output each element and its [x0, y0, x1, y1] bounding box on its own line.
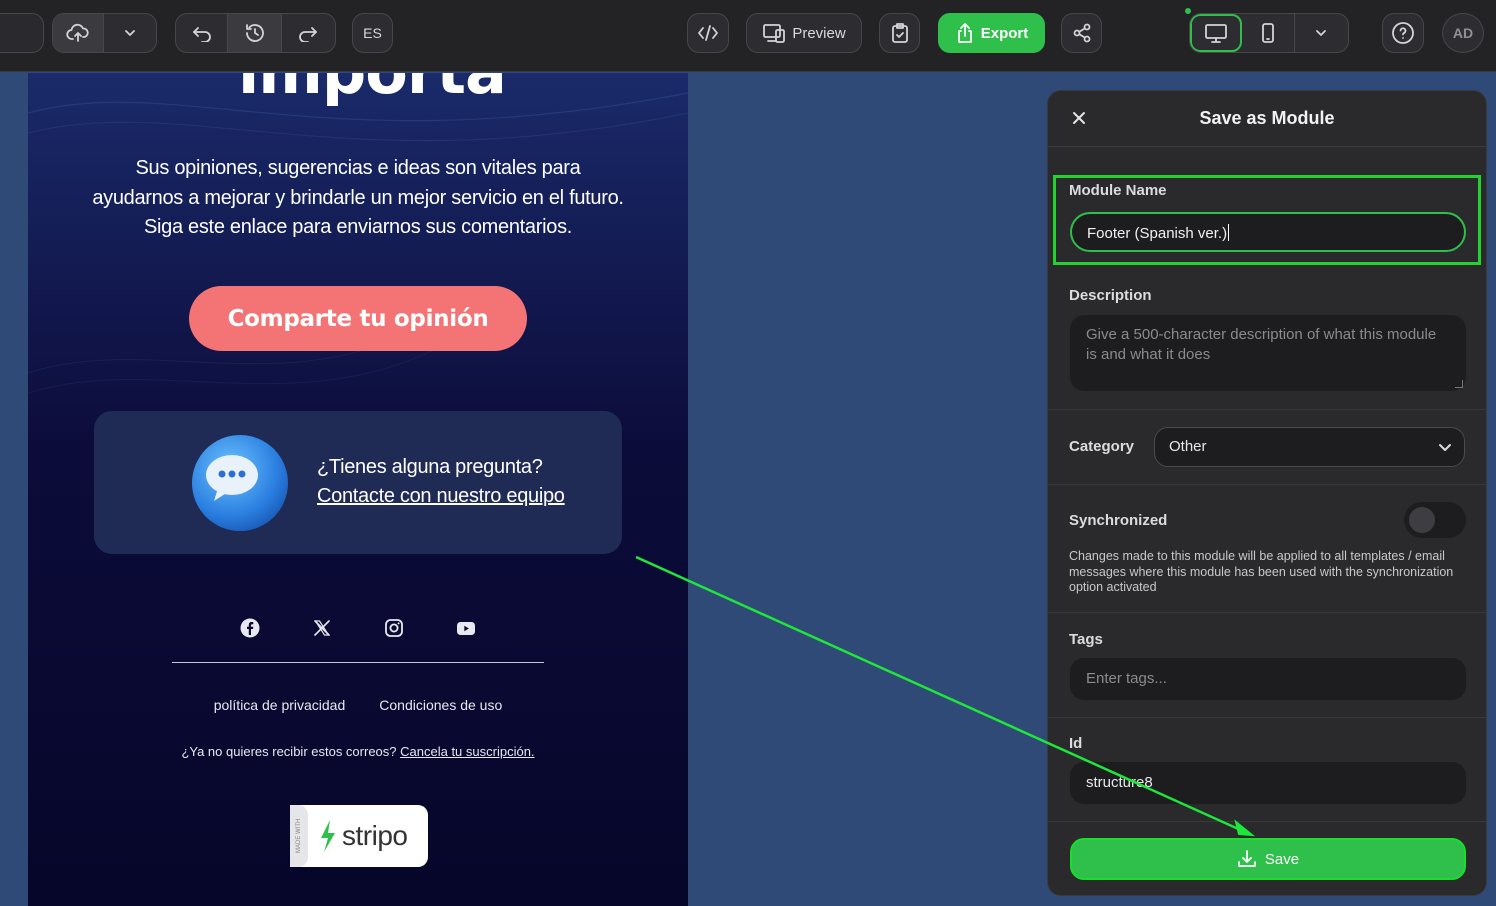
undo-icon — [192, 27, 211, 42]
upload-options-button[interactable] — [104, 14, 156, 52]
panel-header: Save as Module — [1048, 91, 1486, 147]
avatar-initials: AD — [1452, 25, 1474, 41]
youtube-icon[interactable] — [456, 618, 476, 638]
question-text: ¿Tienes alguna pregunta? — [317, 456, 543, 478]
stripo-bolt-icon — [321, 820, 335, 852]
upload-group — [52, 13, 157, 53]
panel-title: Save as Module — [1199, 108, 1335, 128]
test-button[interactable] — [879, 13, 920, 53]
made-with-stripo-badge[interactable]: MADE WITH stripo — [290, 805, 428, 867]
facebook-icon[interactable] — [240, 618, 260, 638]
left-edge-button[interactable] — [0, 13, 44, 53]
mobile-icon — [1262, 23, 1274, 43]
share-icon — [1073, 23, 1090, 43]
headline-fragment: importa — [238, 73, 507, 108]
share-button[interactable] — [1061, 13, 1102, 53]
x-icon[interactable] — [312, 618, 332, 638]
module-name-value: Footer (Spanish ver.) — [1087, 225, 1228, 242]
redo-icon — [299, 27, 318, 42]
legal-links: política de privacidad Condiciones de us… — [28, 697, 688, 713]
synchronized-toggle[interactable] — [1404, 502, 1466, 538]
category-select[interactable]: Other — [1154, 427, 1465, 467]
history-group — [175, 13, 336, 53]
tags-label: Tags — [1069, 631, 1103, 648]
contact-team-link[interactable]: Contacte con nuestro equipo — [317, 482, 565, 511]
category-label: Category — [1069, 438, 1135, 455]
stripo-wordmark: stripo — [342, 820, 408, 851]
mobile-view-button[interactable] — [1242, 14, 1295, 52]
redo-button[interactable] — [282, 14, 335, 52]
separator — [1048, 612, 1486, 613]
text-caret — [1228, 224, 1230, 241]
separator — [1048, 717, 1486, 718]
separator — [1048, 409, 1486, 410]
unsubscribe-link[interactable]: Cancela tu suscripción. — [400, 744, 534, 759]
cloud-upload-button[interactable] — [53, 14, 105, 52]
description-label: Description — [1069, 287, 1152, 304]
code-icon — [698, 25, 718, 41]
resize-handle[interactable] — [1455, 380, 1463, 388]
export-upload-icon — [957, 23, 972, 43]
preview-label: Preview — [792, 24, 846, 42]
undo-button[interactable] — [176, 14, 229, 52]
separator — [1048, 821, 1486, 822]
device-options-button[interactable] — [1295, 14, 1348, 52]
category-value: Other — [1169, 438, 1207, 455]
save-label: Save — [1264, 850, 1300, 868]
history-icon — [245, 24, 264, 42]
synchronized-note: Changes made to this module will be appl… — [1069, 549, 1454, 594]
module-name-label: Module Name — [1069, 182, 1167, 199]
description-textarea[interactable]: Give a 500-character description of what… — [1070, 315, 1466, 391]
help-icon — [1392, 22, 1414, 44]
separator — [1048, 484, 1486, 485]
tags-placeholder: Enter tags... — [1086, 670, 1167, 687]
chevron-down-icon — [125, 30, 135, 36]
description-placeholder: Give a 500-character description of what… — [1086, 326, 1437, 363]
preview-devices-icon — [763, 24, 786, 43]
desktop-view-button[interactable] — [1190, 14, 1243, 52]
social-icons — [240, 617, 476, 639]
module-name-input[interactable]: Footer (Spanish ver.) — [1070, 212, 1466, 252]
language-button[interactable]: ES — [352, 13, 393, 53]
id-value: structure8 — [1086, 774, 1153, 791]
help-button[interactable] — [1382, 13, 1424, 53]
clipboard-check-icon — [891, 23, 908, 43]
instagram-icon[interactable] — [384, 618, 404, 638]
intro-text: Sus opiniones, sugerencias e ideas son v… — [92, 157, 624, 238]
synchronized-label: Synchronized — [1069, 512, 1168, 529]
chat-bubble-icon — [192, 435, 288, 531]
chevron-down-icon — [1316, 30, 1327, 36]
email-canvas[interactable]: importa Sus opiniones, sugerencias e ide… — [28, 73, 688, 906]
unsubscribe-line: ¿Ya no quieres recibir estos correos? Ca… — [28, 744, 688, 759]
contact-card: ¿Tienes alguna pregunta? Contacte con nu… — [94, 411, 622, 554]
top-toolbar: ES Preview Export AD — [0, 0, 1496, 72]
avatar[interactable]: AD — [1442, 13, 1484, 53]
footer-divider — [172, 662, 544, 663]
download-icon — [1237, 850, 1256, 867]
id-label: Id — [1069, 735, 1083, 752]
stripo-logo: stripo — [318, 819, 408, 853]
privacy-link[interactable]: política de privacidad — [214, 697, 346, 713]
preview-button[interactable]: Preview — [746, 13, 862, 53]
export-button[interactable]: Export — [938, 13, 1045, 53]
desktop-icon — [1205, 24, 1228, 43]
code-button[interactable] — [687, 13, 729, 53]
save-as-module-panel: Save as Module Module Name Footer (Spani… — [1047, 90, 1487, 896]
history-button[interactable] — [228, 14, 282, 52]
id-input[interactable]: structure8 — [1070, 762, 1466, 804]
cloud-upload-icon — [66, 23, 89, 42]
chevron-down-icon — [1438, 440, 1452, 457]
save-button[interactable]: Save — [1070, 838, 1466, 880]
share-opinion-button[interactable]: Comparte tu opinión — [189, 286, 527, 351]
unsubscribe-text: ¿Ya no quieres recibir estos correos? — [181, 744, 397, 759]
made-with-label: MADE WITH — [290, 805, 308, 867]
terms-link[interactable]: Condiciones de uso — [379, 697, 502, 713]
export-label: Export — [980, 24, 1029, 42]
status-dot — [1185, 8, 1191, 14]
device-group — [1189, 13, 1349, 53]
language-label: ES — [363, 25, 382, 41]
contact-text: ¿Tienes alguna pregunta? Contacte con nu… — [317, 453, 565, 511]
toggle-knob — [1409, 507, 1435, 533]
tags-input[interactable]: Enter tags... — [1070, 658, 1466, 700]
